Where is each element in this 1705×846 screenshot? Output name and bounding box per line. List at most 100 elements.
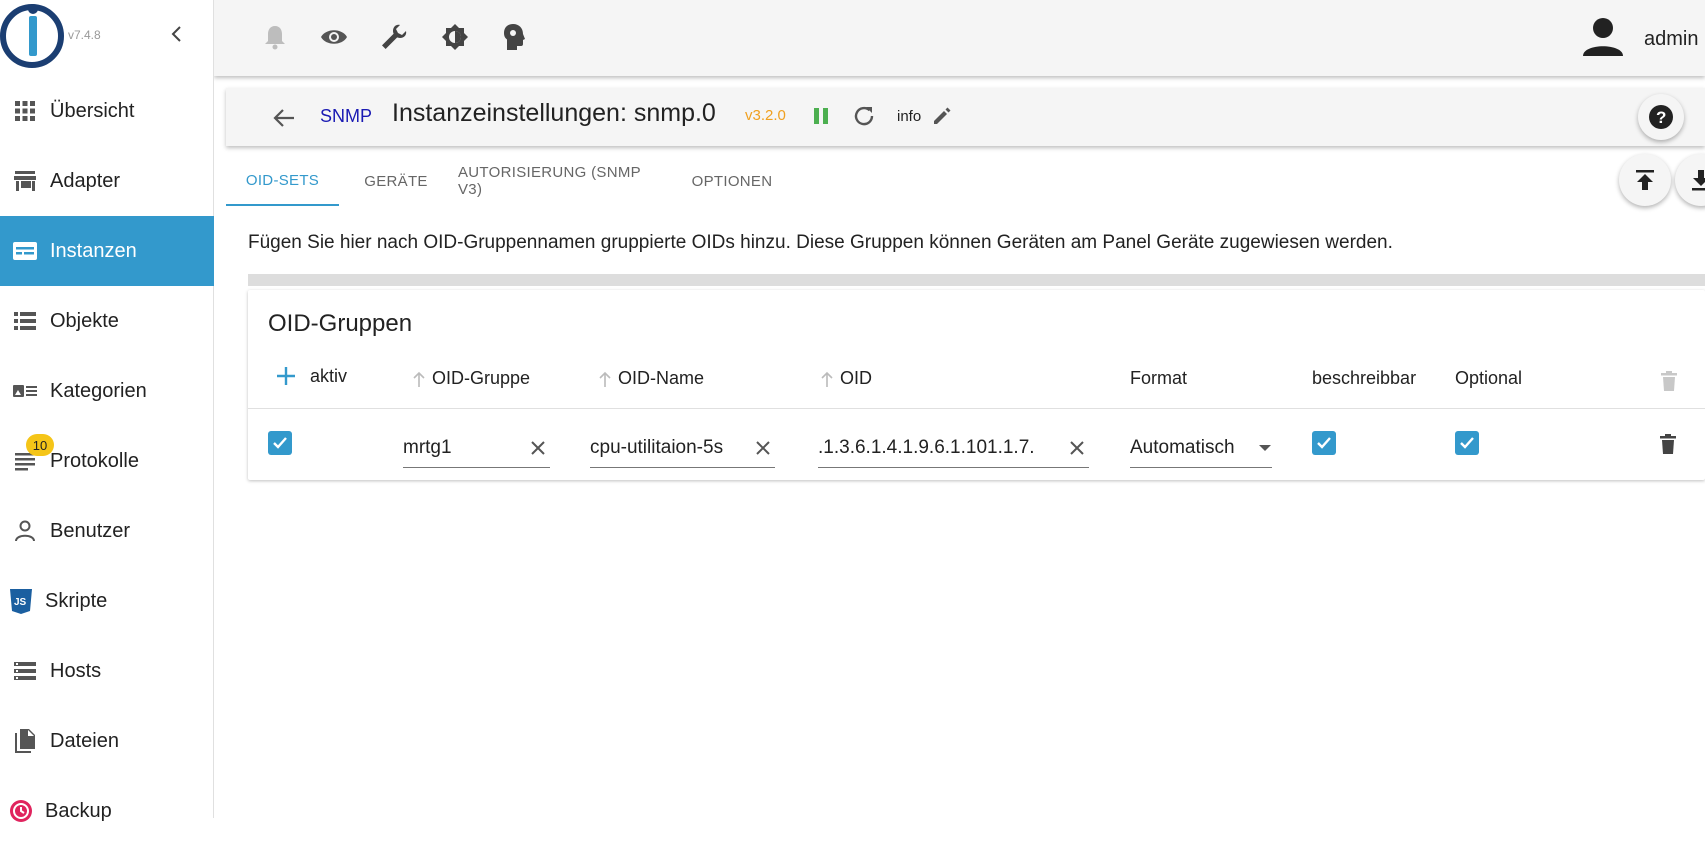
- format-select[interactable]: Automatisch: [1130, 428, 1272, 468]
- apps-grid-icon: [12, 98, 38, 124]
- sort-arrow-icon: [821, 371, 833, 387]
- eye-icon: [321, 30, 347, 44]
- iobroker-logo: [0, 4, 64, 68]
- trash-icon: [1661, 371, 1677, 391]
- head-gear-icon: [504, 24, 525, 50]
- clear-group-button[interactable]: [526, 436, 550, 460]
- tab-optionen[interactable]: OPTIONEN: [680, 156, 784, 206]
- sidebar-item-adapter[interactable]: Adapter: [0, 146, 214, 216]
- theme-toggle-button[interactable]: [440, 22, 470, 52]
- chevron-left-icon: [171, 26, 181, 42]
- close-icon: [531, 440, 545, 455]
- brightness-icon: [442, 24, 468, 50]
- oid-field[interactable]: .1.3.6.1.4.1.9.6.1.101.1.7.: [818, 428, 1089, 468]
- tab-autorisierung[interactable]: AUTORISIERUNG (SNMP V3): [458, 156, 668, 206]
- oid-group-value[interactable]: mrtg1: [403, 437, 520, 459]
- person-icon: [12, 518, 38, 544]
- pause-instance-button[interactable]: [807, 102, 835, 130]
- sidebar-item-label: Übersicht: [50, 99, 135, 122]
- settings-button[interactable]: [379, 22, 409, 52]
- clear-oid-button[interactable]: [1065, 436, 1089, 460]
- header-oid[interactable]: OID: [818, 368, 872, 389]
- oid-name-field[interactable]: cpu-utilitaion-5s: [590, 428, 775, 468]
- file-copy-icon: [12, 728, 38, 754]
- format-value: Automatisch: [1130, 436, 1235, 458]
- header-aktiv: aktiv: [310, 366, 348, 386]
- clear-name-button[interactable]: [751, 436, 775, 460]
- help-circle-icon: ?: [1649, 105, 1673, 129]
- sidebar-item-label: Dateien: [50, 729, 119, 752]
- sidebar: v7.4.8 Übersicht Adapter Instanzen Objek…: [0, 0, 214, 822]
- plus-icon: [277, 367, 295, 385]
- dropdown-arrow-icon: [1259, 444, 1271, 451]
- sidebar-item-hosts[interactable]: Hosts: [0, 636, 214, 706]
- check-icon: [273, 437, 287, 449]
- divider-band: [248, 274, 1705, 286]
- collapse-sidebar-button[interactable]: [164, 22, 188, 46]
- header-label: OID: [840, 368, 873, 388]
- notifications-button[interactable]: [260, 22, 290, 52]
- adapter-name: SNMP: [320, 106, 373, 126]
- top-bar: admin: [214, 0, 1705, 76]
- header-label: OID-Gruppe: [432, 368, 531, 388]
- backup-clock-icon: [8, 798, 34, 824]
- oid-name-value[interactable]: cpu-utilitaion-5s: [590, 437, 745, 459]
- help-button[interactable]: ?: [1638, 94, 1684, 140]
- sidebar-item-dateien[interactable]: Dateien: [0, 706, 214, 776]
- sidebar-item-label: Benutzer: [50, 519, 131, 542]
- sidebar-item-benutzer[interactable]: Benutzer: [0, 496, 214, 566]
- account-icon[interactable]: [1582, 16, 1624, 58]
- username[interactable]: admin: [1644, 28, 1698, 51]
- back-button[interactable]: [270, 104, 298, 132]
- tab-oid-sets[interactable]: OID-SETS: [226, 156, 339, 206]
- optional-checkbox[interactable]: [1455, 431, 1479, 455]
- storage-icon: [12, 658, 38, 684]
- oid-sets-description: Fügen Sie hier nach OID-Gruppennamen gru…: [248, 232, 1393, 253]
- beschreibbar-checkbox[interactable]: [1312, 431, 1336, 455]
- arrow-back-icon: [273, 109, 294, 127]
- sidebar-item-uebersicht[interactable]: Übersicht: [0, 76, 214, 146]
- header-beschreibbar: beschreibbar: [1312, 368, 1417, 388]
- sidebar-item-label: Hosts: [50, 659, 102, 682]
- header-label: OID-Name: [618, 368, 705, 388]
- category-icon: [12, 378, 38, 404]
- sidebar-item-label: Backup: [45, 799, 112, 822]
- edit-info-button[interactable]: [928, 102, 956, 130]
- oid-group-field[interactable]: mrtg1: [403, 428, 550, 468]
- svg-text:JS: JS: [14, 597, 27, 608]
- header-format: Format: [1130, 368, 1188, 388]
- oid-value[interactable]: .1.3.6.1.4.1.9.6.1.101.1.7.: [818, 437, 1059, 459]
- store-icon: [12, 168, 38, 194]
- close-icon: [1070, 440, 1084, 455]
- upload-settings-button[interactable]: [1619, 154, 1671, 206]
- header-oid-name[interactable]: OID-Name: [596, 368, 704, 389]
- sidebar-item-label: Objekte: [50, 309, 119, 332]
- sidebar-item-skripte[interactable]: JS Skripte: [0, 566, 214, 636]
- download-settings-button[interactable]: [1675, 154, 1705, 206]
- sort-arrow-icon: [413, 371, 425, 387]
- pause-icon: [814, 108, 828, 124]
- tab-geraete[interactable]: GERÄTE: [346, 156, 446, 206]
- sidebar-item-label: Adapter: [50, 169, 121, 192]
- delete-row-button[interactable]: [1656, 431, 1680, 457]
- pencil-icon: [934, 107, 951, 124]
- refresh-icon: [854, 106, 874, 126]
- oid-groups-title: OID-Gruppen: [268, 310, 413, 337]
- expert-mode-button[interactable]: [319, 22, 349, 52]
- add-row-button[interactable]: [276, 366, 296, 386]
- sidebar-item-kategorien[interactable]: Kategorien: [0, 356, 214, 426]
- aktiv-checkbox[interactable]: [268, 431, 292, 455]
- expert-mode-head-button[interactable]: [499, 22, 529, 52]
- bell-icon: [265, 26, 285, 50]
- check-icon: [1317, 437, 1331, 449]
- sort-arrow-icon: [599, 371, 611, 387]
- sidebar-item-backup[interactable]: Backup: [0, 776, 214, 846]
- sidebar-item-protokolle[interactable]: 10 Protokolle: [0, 426, 214, 496]
- sidebar-item-objekte[interactable]: Objekte: [0, 286, 214, 356]
- sidebar-item-label: Instanzen: [50, 239, 137, 262]
- restart-instance-button[interactable]: [850, 102, 878, 130]
- trash-icon: [1660, 434, 1676, 454]
- header-oid-gruppe[interactable]: OID-Gruppe: [410, 368, 530, 389]
- delete-all-button: [1657, 368, 1681, 394]
- sidebar-item-instanzen[interactable]: Instanzen: [0, 216, 214, 286]
